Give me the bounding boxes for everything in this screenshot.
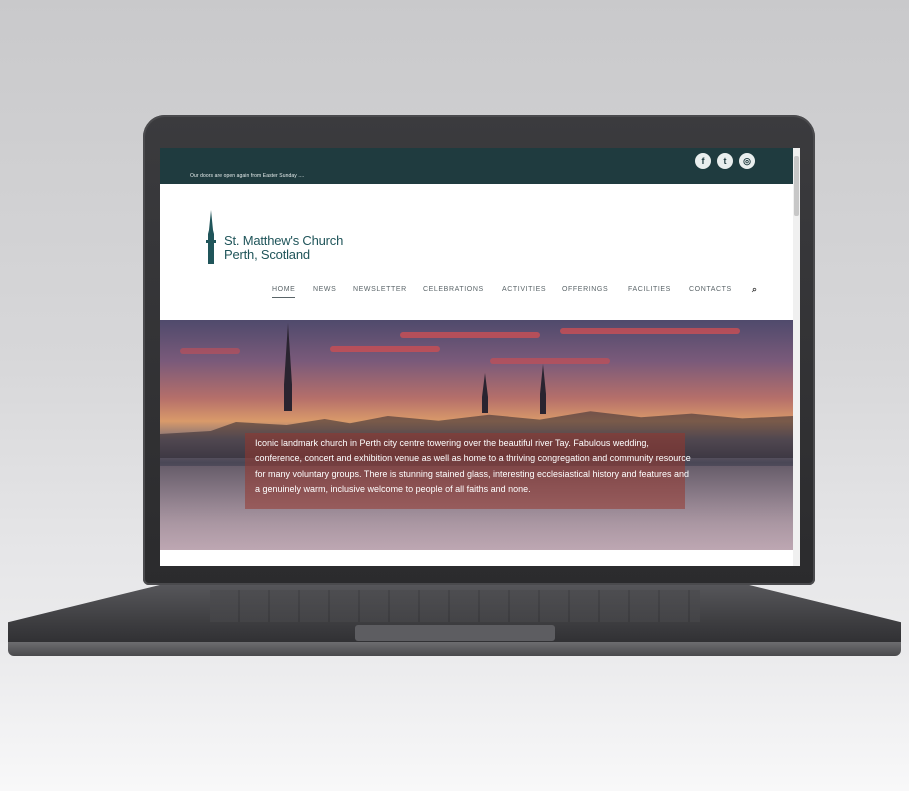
nav-celebrations[interactable]: CELEBRATIONS [423,286,484,293]
site-logo[interactable]: St. Matthew's Church Perth, Scotland [224,234,343,262]
scrollbar[interactable] [793,148,800,566]
scrollbar-thumb[interactable] [794,156,799,216]
church-spire-icon[interactable] [204,210,218,264]
announcement-text: Our doors are open again from Easter Sun… [190,173,305,179]
nav-home[interactable]: HOME [272,286,296,298]
logo-line-1: St. Matthew's Church [224,233,344,248]
nav-offerings[interactable]: OFFERINGS [562,286,608,293]
hero-caption: Iconic landmark church in Perth city cen… [255,438,691,494]
cloud [180,348,240,354]
laptop-screen: Our doors are open again from Easter Sun… [160,148,800,566]
instagram-icon[interactable]: ◎ [739,153,755,169]
trackpad [355,625,555,641]
nav-activities[interactable]: ACTIVITIES [502,286,546,293]
cloud [400,332,540,338]
search-icon[interactable]: ⌕ [752,284,757,295]
laptop-base-edge [8,642,901,656]
nav-newsletter[interactable]: NEWSLETTER [353,286,407,293]
table-surface [0,640,909,791]
nav-news[interactable]: NEWS [313,286,336,293]
keyboard [210,590,700,622]
cloud [330,346,440,352]
cloud [490,358,610,364]
twitter-icon[interactable]: t [717,153,733,169]
nav-facilities[interactable]: FACILITIES [628,286,671,293]
nav-contacts[interactable]: CONTACTS [689,286,732,293]
facebook-icon[interactable]: f [695,153,711,169]
cloud [560,328,740,334]
logo-line-2: Perth, Scotland [224,247,310,262]
announcement-bar: Our doors are open again from Easter Sun… [160,148,800,184]
